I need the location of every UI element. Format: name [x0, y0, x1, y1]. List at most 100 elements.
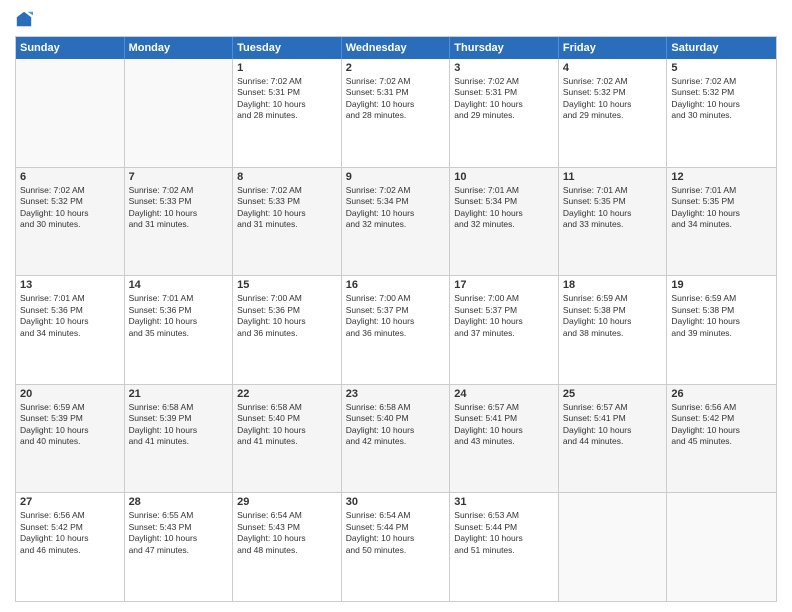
- day-number: 10: [454, 171, 554, 183]
- day-cell-30: 30 Sunrise: 6:54 AM Sunset: 5:44 PM Dayli…: [342, 493, 451, 601]
- calendar-row-2: 6 Sunrise: 7:02 AM Sunset: 5:32 PM Daylig…: [16, 168, 776, 277]
- day-number: 22: [237, 388, 337, 400]
- day-cell-16: 16 Sunrise: 7:00 AM Sunset: 5:37 PM Dayli…: [342, 276, 451, 384]
- day-info: Sunrise: 7:01 AM Sunset: 5:35 PM Dayligh…: [671, 185, 772, 231]
- day-info: Sunrise: 7:02 AM Sunset: 5:33 PM Dayligh…: [129, 185, 229, 231]
- day-number: 25: [563, 388, 663, 400]
- day-number: 20: [20, 388, 120, 400]
- calendar-row-3: 13 Sunrise: 7:01 AM Sunset: 5:36 PM Dayli…: [16, 276, 776, 385]
- day-number: 15: [237, 279, 337, 291]
- day-cell-23: 23 Sunrise: 6:58 AM Sunset: 5:40 PM Dayli…: [342, 385, 451, 493]
- day-cell-10: 10 Sunrise: 7:01 AM Sunset: 5:34 PM Dayli…: [450, 168, 559, 276]
- day-info: Sunrise: 6:59 AM Sunset: 5:38 PM Dayligh…: [671, 293, 772, 339]
- empty-cell: [667, 493, 776, 601]
- day-number: 5: [671, 62, 772, 74]
- day-info: Sunrise: 6:56 AM Sunset: 5:42 PM Dayligh…: [671, 402, 772, 448]
- day-cell-1: 1 Sunrise: 7:02 AM Sunset: 5:31 PM Daylig…: [233, 59, 342, 167]
- day-cell-26: 26 Sunrise: 6:56 AM Sunset: 5:42 PM Dayli…: [667, 385, 776, 493]
- day-cell-19: 19 Sunrise: 6:59 AM Sunset: 5:38 PM Dayli…: [667, 276, 776, 384]
- day-cell-29: 29 Sunrise: 6:54 AM Sunset: 5:43 PM Dayli…: [233, 493, 342, 601]
- day-cell-11: 11 Sunrise: 7:01 AM Sunset: 5:35 PM Dayli…: [559, 168, 668, 276]
- day-number: 9: [346, 171, 446, 183]
- header-day-saturday: Saturday: [667, 37, 776, 59]
- day-info: Sunrise: 6:59 AM Sunset: 5:39 PM Dayligh…: [20, 402, 120, 448]
- header-day-friday: Friday: [559, 37, 668, 59]
- day-number: 7: [129, 171, 229, 183]
- day-number: 30: [346, 496, 446, 508]
- day-info: Sunrise: 7:01 AM Sunset: 5:34 PM Dayligh…: [454, 185, 554, 231]
- day-cell-4: 4 Sunrise: 7:02 AM Sunset: 5:32 PM Daylig…: [559, 59, 668, 167]
- day-number: 31: [454, 496, 554, 508]
- day-cell-22: 22 Sunrise: 6:58 AM Sunset: 5:40 PM Dayli…: [233, 385, 342, 493]
- day-info: Sunrise: 6:53 AM Sunset: 5:44 PM Dayligh…: [454, 510, 554, 556]
- day-number: 21: [129, 388, 229, 400]
- day-info: Sunrise: 7:00 AM Sunset: 5:37 PM Dayligh…: [346, 293, 446, 339]
- day-info: Sunrise: 7:01 AM Sunset: 5:35 PM Dayligh…: [563, 185, 663, 231]
- page: SundayMondayTuesdayWednesdayThursdayFrid…: [0, 0, 792, 612]
- day-info: Sunrise: 7:02 AM Sunset: 5:31 PM Dayligh…: [346, 76, 446, 122]
- header-day-wednesday: Wednesday: [342, 37, 451, 59]
- header-day-monday: Monday: [125, 37, 234, 59]
- day-info: Sunrise: 7:00 AM Sunset: 5:37 PM Dayligh…: [454, 293, 554, 339]
- day-number: 16: [346, 279, 446, 291]
- calendar-row-1: 1 Sunrise: 7:02 AM Sunset: 5:31 PM Daylig…: [16, 59, 776, 168]
- day-number: 29: [237, 496, 337, 508]
- day-number: 2: [346, 62, 446, 74]
- empty-cell: [559, 493, 668, 601]
- logo-icon: [15, 10, 33, 28]
- day-number: 19: [671, 279, 772, 291]
- header-day-sunday: Sunday: [16, 37, 125, 59]
- day-info: Sunrise: 6:58 AM Sunset: 5:40 PM Dayligh…: [346, 402, 446, 448]
- calendar-row-4: 20 Sunrise: 6:59 AM Sunset: 5:39 PM Dayli…: [16, 385, 776, 494]
- day-number: 8: [237, 171, 337, 183]
- day-info: Sunrise: 7:02 AM Sunset: 5:32 PM Dayligh…: [671, 76, 772, 122]
- day-info: Sunrise: 7:02 AM Sunset: 5:32 PM Dayligh…: [20, 185, 120, 231]
- header-day-tuesday: Tuesday: [233, 37, 342, 59]
- day-number: 6: [20, 171, 120, 183]
- day-info: Sunrise: 6:54 AM Sunset: 5:44 PM Dayligh…: [346, 510, 446, 556]
- day-number: 18: [563, 279, 663, 291]
- calendar: SundayMondayTuesdayWednesdayThursdayFrid…: [15, 36, 777, 602]
- day-info: Sunrise: 7:02 AM Sunset: 5:32 PM Dayligh…: [563, 76, 663, 122]
- empty-cell: [16, 59, 125, 167]
- day-cell-6: 6 Sunrise: 7:02 AM Sunset: 5:32 PM Daylig…: [16, 168, 125, 276]
- day-cell-24: 24 Sunrise: 6:57 AM Sunset: 5:41 PM Dayli…: [450, 385, 559, 493]
- day-number: 23: [346, 388, 446, 400]
- logo: [15, 10, 37, 28]
- day-info: Sunrise: 7:01 AM Sunset: 5:36 PM Dayligh…: [129, 293, 229, 339]
- day-number: 14: [129, 279, 229, 291]
- calendar-row-5: 27 Sunrise: 6:56 AM Sunset: 5:42 PM Dayli…: [16, 493, 776, 601]
- day-cell-17: 17 Sunrise: 7:00 AM Sunset: 5:37 PM Dayli…: [450, 276, 559, 384]
- day-cell-7: 7 Sunrise: 7:02 AM Sunset: 5:33 PM Daylig…: [125, 168, 234, 276]
- day-info: Sunrise: 6:58 AM Sunset: 5:40 PM Dayligh…: [237, 402, 337, 448]
- day-number: 17: [454, 279, 554, 291]
- day-number: 11: [563, 171, 663, 183]
- day-number: 3: [454, 62, 554, 74]
- day-info: Sunrise: 7:00 AM Sunset: 5:36 PM Dayligh…: [237, 293, 337, 339]
- day-number: 4: [563, 62, 663, 74]
- day-number: 24: [454, 388, 554, 400]
- day-number: 1: [237, 62, 337, 74]
- day-info: Sunrise: 6:57 AM Sunset: 5:41 PM Dayligh…: [454, 402, 554, 448]
- day-number: 26: [671, 388, 772, 400]
- day-info: Sunrise: 6:55 AM Sunset: 5:43 PM Dayligh…: [129, 510, 229, 556]
- day-cell-21: 21 Sunrise: 6:58 AM Sunset: 5:39 PM Dayli…: [125, 385, 234, 493]
- header-day-thursday: Thursday: [450, 37, 559, 59]
- header: [15, 10, 777, 28]
- day-cell-28: 28Sunrise: 6:55 AM Sunset: 5:43 PM Dayli…: [125, 493, 234, 601]
- calendar-body: 1 Sunrise: 7:02 AM Sunset: 5:31 PM Daylig…: [16, 59, 776, 601]
- day-info: Sunrise: 7:02 AM Sunset: 5:31 PM Dayligh…: [237, 76, 337, 122]
- day-cell-27: 27 Sunrise: 6:56 AM Sunset: 5:42 PM Dayli…: [16, 493, 125, 601]
- day-number: 13: [20, 279, 120, 291]
- day-info: Sunrise: 6:56 AM Sunset: 5:42 PM Dayligh…: [20, 510, 120, 556]
- day-info: Sunrise: 7:02 AM Sunset: 5:33 PM Dayligh…: [237, 185, 337, 231]
- day-cell-8: 8 Sunrise: 7:02 AM Sunset: 5:33 PM Daylig…: [233, 168, 342, 276]
- day-info: Sunrise: 6:54 AM Sunset: 5:43 PM Dayligh…: [237, 510, 337, 556]
- day-info: Sunrise: 7:02 AM Sunset: 5:34 PM Dayligh…: [346, 185, 446, 231]
- empty-cell: [125, 59, 234, 167]
- day-cell-5: 5 Sunrise: 7:02 AM Sunset: 5:32 PM Daylig…: [667, 59, 776, 167]
- day-info: Sunrise: 6:59 AM Sunset: 5:38 PM Dayligh…: [563, 293, 663, 339]
- day-cell-15: 15 Sunrise: 7:00 AM Sunset: 5:36 PM Dayli…: [233, 276, 342, 384]
- day-info: Sunrise: 6:58 AM Sunset: 5:39 PM Dayligh…: [129, 402, 229, 448]
- day-number: 27: [20, 496, 120, 508]
